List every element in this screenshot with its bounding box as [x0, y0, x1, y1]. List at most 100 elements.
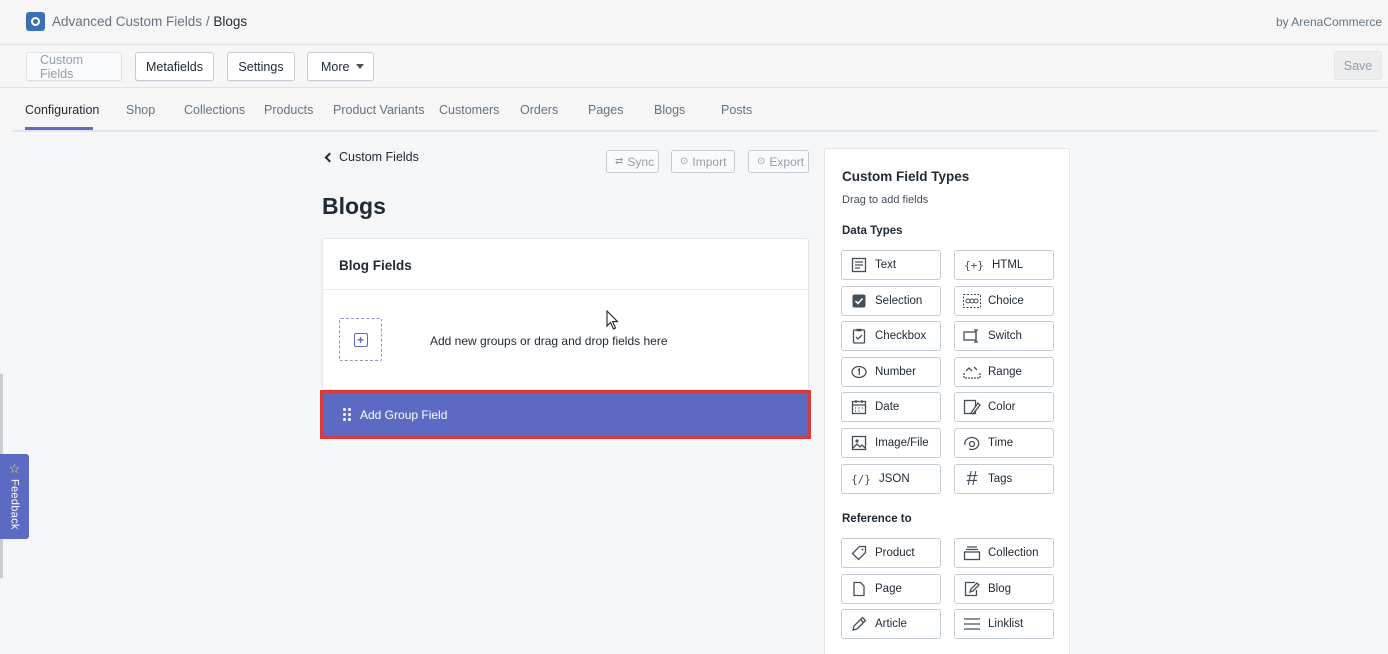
reference-label: Collection — [988, 547, 1039, 559]
mouse-cursor-icon — [606, 310, 619, 330]
field-types-panel: Custom Field Types Drag to add fields Da… — [824, 148, 1070, 654]
field-type-selection[interactable]: Selection — [841, 286, 941, 316]
reference-label: Article — [875, 618, 907, 630]
field-type-tags[interactable]: # Tags — [954, 464, 1054, 494]
field-type-color[interactable]: Color — [954, 392, 1054, 422]
star-icon: ☆ — [8, 461, 21, 476]
checkbox-icon — [850, 327, 868, 345]
page-title: Blogs — [322, 193, 386, 219]
selection-icon — [850, 292, 868, 310]
field-type-label: Selection — [875, 295, 923, 307]
more-label: More — [321, 59, 350, 74]
field-type-html[interactable]: {+} HTML — [954, 250, 1054, 280]
sync-label: Sync — [627, 154, 655, 169]
add-group-field-label: Add Group Field — [360, 407, 448, 422]
reference-page[interactable]: Page — [841, 574, 941, 604]
import-icon: ⊙ — [680, 156, 689, 167]
reference-article[interactable]: Article — [841, 609, 941, 639]
custom-fields-button[interactable]: Custom Fields — [26, 52, 122, 81]
field-type-time[interactable]: Time — [954, 428, 1054, 458]
tab-collections[interactable]: Collections — [184, 103, 245, 117]
panel-title: Custom Field Types — [842, 169, 970, 184]
import-button[interactable]: ⊙ Import — [671, 150, 735, 173]
feedback-label: Feedback — [8, 479, 21, 530]
breadcrumb-separator: / — [202, 14, 214, 29]
tab-configuration[interactable]: Configuration — [25, 103, 99, 117]
tab-blogs[interactable]: Blogs — [654, 103, 685, 117]
html-icon: {+} — [964, 258, 984, 272]
panel-subtitle: Drag to add fields — [842, 194, 929, 206]
tab-orders[interactable]: Orders — [520, 103, 558, 117]
choice-icon — [963, 292, 981, 310]
tab-product-variants[interactable]: Product Variants — [333, 103, 424, 117]
tab-posts[interactable]: Posts — [721, 103, 752, 117]
reference-collection[interactable]: Collection — [954, 538, 1054, 568]
reference-linklist[interactable]: Linklist — [954, 609, 1054, 639]
back-link-label: Custom Fields — [339, 150, 419, 164]
reference-label: Linklist — [988, 618, 1024, 630]
field-type-range[interactable]: Range — [954, 357, 1054, 387]
tab-pages[interactable]: Pages — [588, 103, 623, 117]
metafields-button[interactable]: Metafields — [135, 52, 214, 81]
time-icon — [963, 434, 981, 452]
export-label: Export — [769, 154, 805, 169]
field-type-label: Time — [988, 437, 1014, 449]
text-icon — [850, 256, 868, 274]
field-type-label: JSON — [879, 473, 910, 485]
field-type-label: Number — [875, 366, 916, 378]
tab-products[interactable]: Products — [264, 103, 313, 117]
app-logo-icon — [26, 12, 45, 31]
chevron-left-icon — [324, 152, 335, 162]
export-button[interactable]: ⊙ Export — [748, 150, 809, 173]
json-icon: {/} — [851, 472, 871, 486]
field-type-label: Text — [875, 259, 897, 271]
plus-icon: + — [353, 332, 368, 347]
reference-label: Blog — [988, 583, 1012, 595]
tab-shop[interactable]: Shop — [126, 103, 155, 117]
field-type-image-file[interactable]: Image/File — [841, 428, 941, 458]
field-type-date[interactable]: Date — [841, 392, 941, 422]
action-bar: Custom Fields Metafields Settings More S… — [0, 45, 1388, 88]
field-type-label: Color — [988, 401, 1016, 413]
field-type-checkbox[interactable]: Checkbox — [841, 321, 941, 351]
caret-down-icon — [356, 64, 365, 69]
field-type-choice[interactable]: Choice — [954, 286, 1054, 316]
sync-button[interactable]: ⇄ Sync — [606, 150, 659, 173]
back-link[interactable]: Custom Fields — [324, 150, 419, 164]
settings-button[interactable]: Settings — [227, 52, 295, 81]
blog-fields-card: Blog Fields + Add new groups or drag and… — [322, 238, 809, 390]
add-group-dropzone[interactable]: + — [339, 318, 382, 361]
reference-label: Page — [875, 583, 902, 595]
feedback-tab[interactable]: ☆ Feedback — [0, 454, 29, 539]
active-tab-indicator — [25, 127, 93, 130]
tags-icon: # — [966, 467, 978, 490]
export-icon: ⊙ — [757, 156, 766, 167]
import-label: Import — [692, 154, 727, 169]
blog-icon — [963, 580, 981, 598]
page-breadcrumb: Advanced Custom Fields / Blogs — [52, 14, 247, 29]
save-button[interactable]: Save — [1334, 51, 1382, 80]
drag-handle-icon[interactable] — [343, 408, 351, 421]
add-group-field-button[interactable]: Add Group Field — [320, 390, 811, 439]
field-type-json[interactable]: {/} JSON — [841, 464, 941, 494]
field-type-number[interactable]: Number — [841, 357, 941, 387]
field-type-text[interactable]: Text — [841, 250, 941, 280]
field-type-label: HTML — [992, 259, 1024, 271]
field-type-switch[interactable]: Switch — [954, 321, 1054, 351]
image-icon — [850, 434, 868, 452]
field-type-label: Choice — [988, 295, 1024, 307]
product-icon — [850, 544, 868, 562]
reference-label: Product — [875, 547, 915, 559]
reference-blog[interactable]: Blog — [954, 574, 1054, 604]
more-dropdown-button[interactable]: More — [307, 52, 374, 81]
tab-customers[interactable]: Customers — [439, 103, 499, 117]
number-icon — [850, 363, 868, 381]
data-types-heading: Data Types — [842, 225, 903, 237]
date-icon — [850, 398, 868, 416]
card-divider — [323, 289, 808, 290]
range-icon — [963, 363, 981, 381]
color-icon — [963, 398, 981, 416]
reference-product[interactable]: Product — [841, 538, 941, 568]
app-name[interactable]: Advanced Custom Fields — [52, 14, 202, 29]
linklist-icon — [963, 615, 981, 633]
